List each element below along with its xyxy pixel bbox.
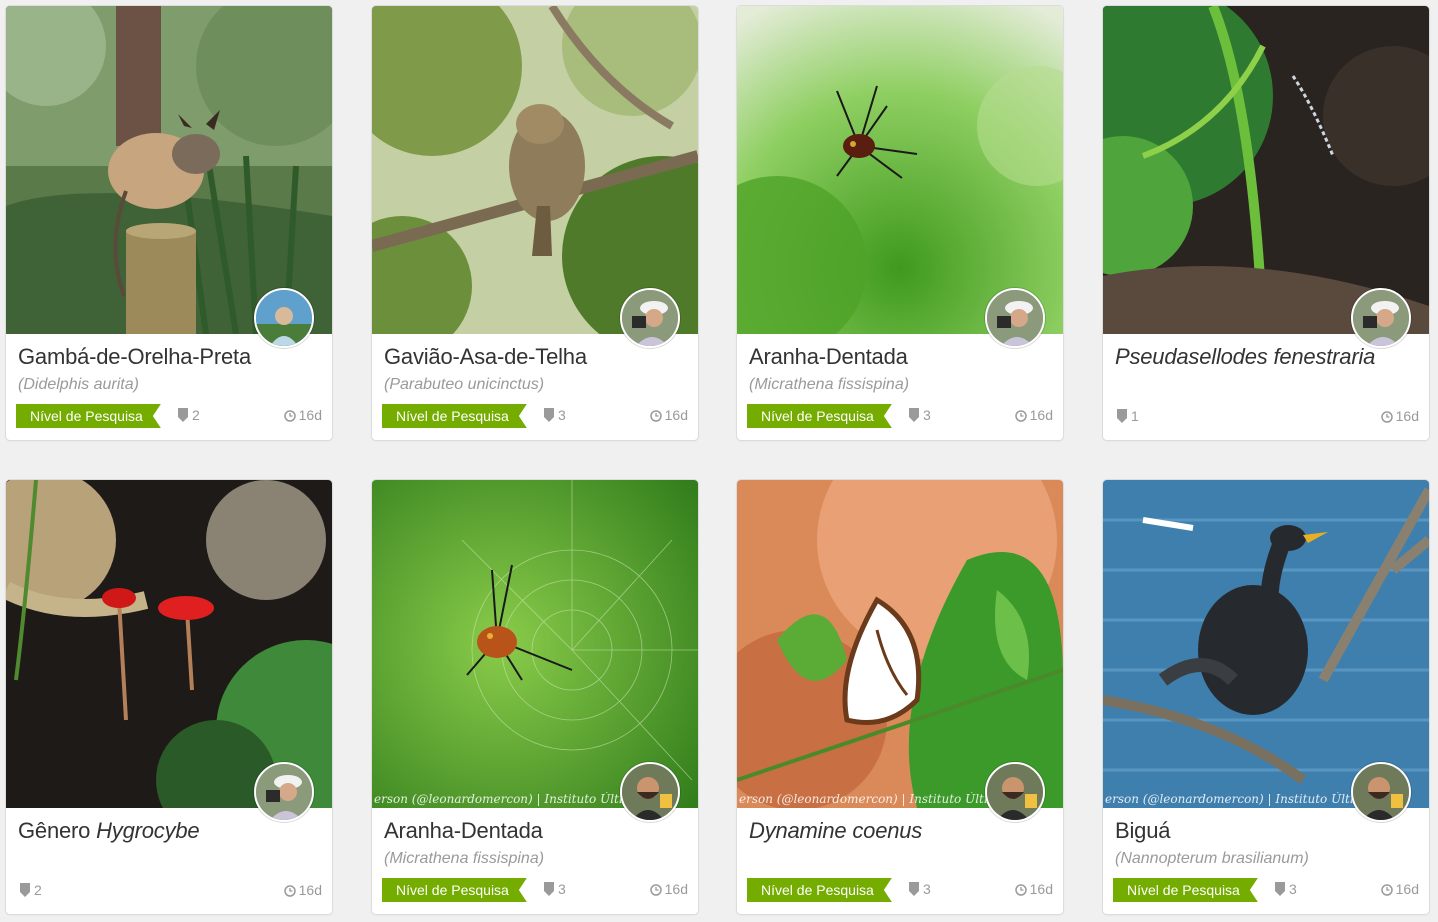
observer-avatar[interactable]: [620, 762, 680, 822]
observation-age: 16d: [649, 407, 688, 423]
clock-icon: [1014, 884, 1027, 896]
observation-age: 16d: [1380, 408, 1419, 424]
scientific-name: (Nannopterum brasilianum): [1115, 850, 1309, 867]
identification-count: 3: [544, 881, 566, 897]
quality-grade-badge: Nível de Pesquisa: [382, 404, 527, 428]
observation-card[interactable]: Pseudasellodes fenestraria 1 16d: [1103, 6, 1429, 440]
observation-photo-hawk[interactable]: [372, 6, 698, 334]
observer-avatar[interactable]: [1351, 288, 1411, 348]
observation-title[interactable]: Gênero Hygrocybe: [18, 818, 252, 844]
observation-photo-mushroom[interactable]: [6, 480, 332, 808]
observation-photo-caterpillar[interactable]: [1103, 6, 1429, 334]
shield-icon: [1117, 409, 1127, 423]
scientific-name: (Micrathena fissispina): [384, 850, 545, 867]
observation-card[interactable]: erson (@leonardomercon) | Instituto Últi…: [372, 480, 698, 914]
observation-title[interactable]: Biguá: [1115, 818, 1349, 844]
observation-card[interactable]: Gavião-Asa-de-Telha (Parabuteo unicinctu…: [372, 6, 698, 440]
observation-age: 16d: [649, 881, 688, 897]
clock-icon: [283, 885, 296, 897]
quality-grade-badge: Nível de Pesquisa: [747, 878, 892, 902]
identification-count: 3: [1275, 881, 1297, 897]
identification-count: 3: [544, 407, 566, 423]
scientific-name: (Didelphis aurita): [18, 376, 139, 393]
observation-age: 16d: [1380, 881, 1419, 897]
identification-count: 2: [20, 882, 42, 898]
shield-icon: [1275, 882, 1285, 896]
observation-title[interactable]: Aranha-Dentada: [749, 344, 983, 370]
observation-title[interactable]: Gavião-Asa-de-Telha: [384, 344, 618, 370]
shield-icon: [20, 883, 30, 897]
quality-grade-badge: Nível de Pesquisa: [382, 878, 527, 902]
identification-count: 1: [1117, 408, 1139, 424]
identification-count: 3: [909, 881, 931, 897]
shield-icon: [544, 408, 554, 422]
clock-icon: [649, 410, 662, 422]
shield-icon: [909, 408, 919, 422]
scientific-name: (Parabuteo unicinctus): [384, 376, 545, 393]
observation-age: 16d: [283, 407, 322, 423]
observation-card[interactable]: Aranha-Dentada (Micrathena fissispina) N…: [737, 6, 1063, 440]
observer-avatar[interactable]: [254, 762, 314, 822]
observation-age: 16d: [1014, 881, 1053, 897]
observation-card[interactable]: erson (@leonardomercon) | Instituto Últi…: [1103, 480, 1429, 914]
observer-avatar[interactable]: [985, 288, 1045, 348]
clock-icon: [1014, 410, 1027, 422]
observation-title[interactable]: Pseudasellodes fenestraria: [1115, 344, 1375, 370]
observation-card[interactable]: Gênero Hygrocybe 2 16d: [6, 480, 332, 914]
observer-avatar[interactable]: [985, 762, 1045, 822]
observation-photo-cormorant[interactable]: erson (@leonardomercon) | Instituto Últi…: [1103, 480, 1429, 808]
quality-grade-badge: Nível de Pesquisa: [747, 404, 892, 428]
observation-card[interactable]: erson (@leonardomercon) | Instituto Últi…: [737, 480, 1063, 914]
observer-avatar[interactable]: [254, 288, 314, 348]
scientific-name: (Micrathena fissispina): [749, 376, 910, 393]
clock-icon: [283, 410, 296, 422]
clock-icon: [1380, 884, 1393, 896]
identification-count: 3: [909, 407, 931, 423]
observation-title[interactable]: Aranha-Dentada: [384, 818, 618, 844]
clock-icon: [649, 884, 662, 896]
observation-card[interactable]: Gambá-de-Orelha-Preta (Didelphis aurita)…: [6, 6, 332, 440]
shield-icon: [909, 882, 919, 896]
observation-photo-spider-web[interactable]: erson (@leonardomercon) | Instituto Últi…: [372, 480, 698, 808]
observation-photo-opossum[interactable]: [6, 6, 332, 334]
identification-count: 2: [178, 407, 200, 423]
shield-icon: [178, 408, 188, 422]
observation-age: 16d: [1014, 407, 1053, 423]
observation-photo-butterfly[interactable]: erson (@leonardomercon) | Instituto Últi…: [737, 480, 1063, 808]
observer-avatar[interactable]: [620, 288, 680, 348]
shield-icon: [544, 882, 554, 896]
observation-photo-spider[interactable]: [737, 6, 1063, 334]
quality-grade-badge: Nível de Pesquisa: [16, 404, 161, 428]
observation-title[interactable]: Gambá-de-Orelha-Preta: [18, 344, 252, 370]
observation-title[interactable]: Dynamine coenus: [749, 818, 983, 844]
clock-icon: [1380, 411, 1393, 423]
observer-avatar[interactable]: [1351, 762, 1411, 822]
observation-age: 16d: [283, 882, 322, 898]
quality-grade-badge: Nível de Pesquisa: [1113, 878, 1258, 902]
